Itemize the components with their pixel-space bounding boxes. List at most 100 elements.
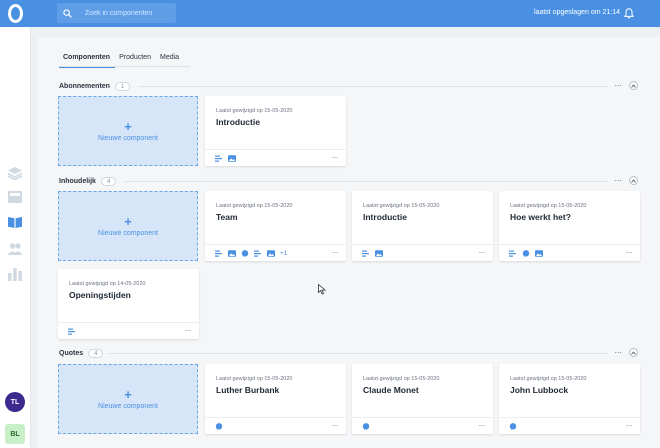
avatar[interactable]: TL bbox=[5, 392, 25, 412]
quote-icon bbox=[509, 422, 517, 430]
card-more-button[interactable]: ··· bbox=[332, 422, 339, 430]
card-footer bbox=[352, 417, 493, 434]
card-footer bbox=[58, 322, 199, 339]
bell-icon[interactable] bbox=[624, 8, 634, 19]
extra-count-badge: +1 bbox=[280, 249, 288, 257]
component-card[interactable]: Laatst gewijzigd op 15-05-2020 Claude Mo… bbox=[352, 364, 493, 434]
card-footer bbox=[205, 149, 346, 166]
app-logo[interactable] bbox=[0, 0, 31, 27]
text-icon bbox=[215, 250, 222, 257]
search-box[interactable] bbox=[57, 3, 176, 23]
card-date: Laatst gewijzigd op 15-05-2020 bbox=[510, 376, 587, 382]
section-title: Inhoudelijk bbox=[59, 177, 96, 185]
layers-icon[interactable] bbox=[7, 165, 23, 181]
new-component-button[interactable]: + Nieuwe component bbox=[58, 364, 198, 434]
card-more-button[interactable]: ··· bbox=[479, 422, 486, 430]
count-badge: 4 bbox=[100, 176, 117, 186]
card-date: Laatst gewijzigd op 15-05-2020 bbox=[216, 203, 293, 209]
card-date: Laatst gewijzigd op 15-05-2020 bbox=[510, 203, 587, 209]
text-icon bbox=[68, 328, 75, 335]
image-icon bbox=[375, 249, 383, 257]
section-header: Abonnementen 1 bbox=[59, 81, 131, 91]
avatar-initials: BL bbox=[10, 430, 20, 438]
section-more-button[interactable]: ··· bbox=[613, 348, 623, 359]
bar-chart-icon[interactable] bbox=[7, 266, 23, 282]
card-more-button[interactable]: ··· bbox=[479, 249, 486, 257]
tabs-divider bbox=[59, 66, 190, 67]
collapse-button[interactable] bbox=[629, 81, 638, 90]
quote-icon bbox=[362, 422, 370, 430]
card-date: Laatst gewijzigd op 14-05-2020 bbox=[69, 281, 146, 287]
chevron-up-icon bbox=[631, 350, 636, 355]
section-more-button[interactable]: ··· bbox=[613, 81, 623, 92]
image-icon bbox=[228, 249, 236, 257]
quote-icon bbox=[522, 249, 530, 257]
card-footer bbox=[499, 417, 640, 434]
component-card[interactable]: Laatst gewijzigd op 15-05-2020 Team +1 ·… bbox=[205, 191, 346, 261]
new-component-label: Nieuwe component bbox=[98, 134, 158, 142]
card-footer bbox=[205, 417, 346, 434]
component-card[interactable]: Laatst gewijzigd op 14-05-2020 Openingst… bbox=[58, 269, 199, 339]
component-card[interactable]: Laatst gewijzigd op 15-05-2020 Hoe werkt… bbox=[499, 191, 640, 261]
image-icon bbox=[267, 249, 275, 257]
text-icon bbox=[509, 250, 516, 257]
text-icon bbox=[362, 250, 369, 257]
count-badge: 1 bbox=[114, 81, 131, 91]
image-icon bbox=[535, 249, 543, 257]
chevron-up-icon bbox=[631, 178, 636, 183]
sidebar: TL BL bbox=[0, 0, 31, 448]
avatar-initials: TL bbox=[10, 398, 20, 406]
search-icon bbox=[63, 8, 72, 18]
component-card[interactable]: Laatst gewijzigd op 15-05-2020 Introduct… bbox=[205, 96, 346, 166]
card-title: Introductie bbox=[216, 117, 260, 127]
mouse-cursor-icon bbox=[318, 284, 326, 295]
card-title: Hoe werkt het? bbox=[510, 212, 571, 222]
text-icon bbox=[254, 250, 261, 257]
collapse-button[interactable] bbox=[629, 348, 638, 357]
top-bar: laatst opgeslagen om 21:14 bbox=[31, 0, 660, 27]
component-card[interactable]: Laatst gewijzigd op 15-05-2020 Luther Bu… bbox=[205, 364, 346, 434]
card-more-button[interactable]: ··· bbox=[332, 154, 339, 162]
section-divider bbox=[138, 86, 608, 87]
users-icon[interactable] bbox=[7, 241, 23, 257]
new-component-label: Nieuwe component bbox=[98, 402, 158, 410]
card-more-button[interactable]: ··· bbox=[626, 422, 633, 430]
component-card[interactable]: Laatst gewijzigd op 15-05-2020 Introduct… bbox=[352, 191, 493, 261]
section-divider bbox=[124, 181, 608, 182]
card-date: Laatst gewijzigd op 15-05-2020 bbox=[363, 203, 440, 209]
plus-icon: + bbox=[124, 118, 132, 134]
book-icon[interactable] bbox=[7, 214, 23, 230]
card-title: John Lubbock bbox=[510, 385, 569, 395]
card-title: Luther Burbank bbox=[216, 385, 280, 395]
new-component-button[interactable]: + Nieuwe component bbox=[58, 96, 198, 166]
save-status: laatst opgeslagen om 21:14 bbox=[534, 9, 621, 16]
search-input[interactable] bbox=[85, 9, 165, 17]
section-divider bbox=[107, 353, 608, 354]
card-title: Claude Monet bbox=[363, 385, 419, 395]
card-footer bbox=[352, 244, 493, 261]
text-icon bbox=[215, 155, 222, 162]
card-title: Team bbox=[216, 212, 238, 222]
section-title: Abonnementen bbox=[59, 82, 110, 90]
card-more-button[interactable]: ··· bbox=[332, 249, 339, 257]
avatar[interactable]: BL bbox=[5, 424, 25, 444]
section-header: Quotes 4 bbox=[59, 348, 104, 358]
quote-icon bbox=[241, 249, 249, 257]
section-more-button[interactable]: ··· bbox=[613, 176, 623, 187]
card-date: Laatst gewijzigd op 15-05-2020 bbox=[216, 108, 293, 114]
count-badge: 4 bbox=[88, 348, 104, 358]
card-more-button[interactable]: ··· bbox=[626, 249, 633, 257]
card-title: Introductie bbox=[363, 212, 407, 222]
new-component-label: Nieuwe component bbox=[98, 229, 158, 237]
chevron-up-icon bbox=[631, 83, 636, 88]
component-card[interactable]: Laatst gewijzigd op 15-05-2020 John Lubb… bbox=[499, 364, 640, 434]
section-title: Quotes bbox=[59, 349, 84, 357]
card-date: Laatst gewijzigd op 15-05-2020 bbox=[216, 376, 293, 382]
image-icon bbox=[228, 154, 236, 162]
logo-mark bbox=[8, 4, 23, 23]
card-more-button[interactable]: ··· bbox=[185, 327, 192, 335]
plus-icon: + bbox=[124, 213, 132, 229]
new-component-button[interactable]: + Nieuwe component bbox=[58, 191, 198, 261]
component-icon[interactable] bbox=[7, 189, 23, 205]
collapse-button[interactable] bbox=[629, 176, 638, 185]
